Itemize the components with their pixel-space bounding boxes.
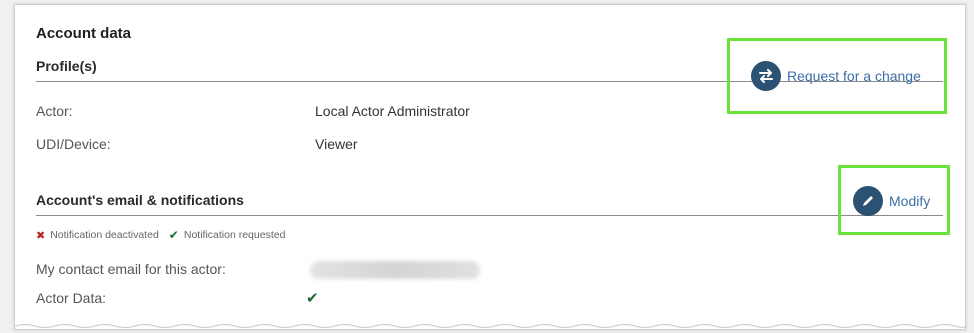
profiles-heading: Profile(s) — [36, 58, 97, 74]
torn-edge — [15, 324, 965, 328]
legend-requested: Notification requested — [183, 229, 286, 241]
request-change-highlight — [727, 38, 947, 114]
checkmark-icon: ✔ — [168, 228, 179, 242]
notifications-heading: Account's email & notifications — [36, 192, 244, 208]
device-value: Viewer — [315, 136, 358, 152]
redacted-email — [310, 261, 480, 279]
actor-label: Actor: — [36, 103, 73, 119]
actor-data-row: Actor Data: — [36, 290, 106, 306]
cross-icon: ✖ — [36, 229, 46, 242]
account-data-panel: Account data Profile(s) Request for a ch… — [14, 4, 966, 330]
profile-row-device: UDI/Device: Viewer — [36, 136, 358, 152]
modify-highlight — [838, 165, 950, 235]
contact-email-row: My contact email for this actor: — [36, 261, 226, 277]
actor-data-checkmark-icon: ✔ — [306, 290, 319, 307]
legend-deactivated: Notification deactivated — [50, 229, 159, 241]
actor-data-label: Actor Data: — [36, 290, 107, 306]
notifications-section-header: Account's email & notifications — [36, 185, 943, 216]
profile-row-actor: Actor: Local Actor Administrator — [36, 103, 470, 119]
panel-title: Account data — [36, 25, 132, 42]
contact-email-label: My contact email for this actor: — [36, 261, 226, 277]
device-label: UDI/Device: — [36, 136, 111, 152]
notification-legend: ✖ Notification deactivated ✔ Notificatio… — [36, 228, 285, 242]
actor-value: Local Actor Administrator — [315, 103, 470, 119]
